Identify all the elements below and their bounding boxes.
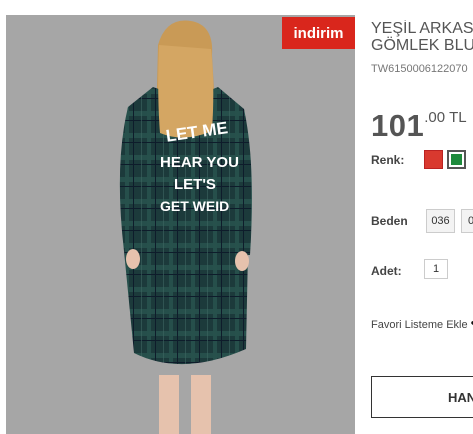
price-integer: 101 <box>371 108 425 143</box>
color-label: Renk: <box>371 153 405 167</box>
product-image[interactable]: LET ME HEAR YOU LET'S GET WEID indirim <box>6 15 355 434</box>
product-title: YEŞİL ARKASI GÖMLEK BLU <box>371 20 473 54</box>
quantity-input[interactable]: 1 <box>424 259 448 279</box>
product-photo-illustration: LET ME HEAR YOU LET'S GET WEID <box>6 15 355 434</box>
discount-badge: indirim <box>282 17 355 49</box>
svg-text:GET WEID: GET WEID <box>160 198 229 214</box>
product-sku: TW6150006122070 <box>371 63 468 75</box>
quantity-label: Adet: <box>371 264 402 278</box>
add-to-cart-label: HAN <box>448 389 473 405</box>
add-to-cart-button[interactable]: HAN <box>371 376 473 418</box>
color-swatch-green[interactable] <box>447 150 466 169</box>
product-price: 101.00 TL <box>371 108 467 144</box>
size-option-036[interactable]: 036 <box>426 209 455 233</box>
product-title-line-2: GÖMLEK BLU <box>371 37 473 54</box>
price-currency: TL <box>449 109 467 126</box>
back-print-text: LET ME HEAR YOU LET'S GET WEID <box>160 118 239 214</box>
svg-text:HEAR YOU: HEAR YOU <box>160 154 239 171</box>
product-title-line-1: YEŞİL ARKASI <box>371 20 473 37</box>
size-label: Beden <box>371 214 408 228</box>
color-swatch-red[interactable] <box>424 150 443 169</box>
favorite-label: Favori Listeme Ekle <box>371 319 468 331</box>
add-to-favorites-link[interactable]: Favori Listeme Ekle❤ <box>371 318 473 331</box>
price-decimal: .00 <box>424 109 446 126</box>
size-option-next[interactable]: 0 <box>461 209 473 233</box>
svg-text:LET'S: LET'S <box>174 176 216 193</box>
